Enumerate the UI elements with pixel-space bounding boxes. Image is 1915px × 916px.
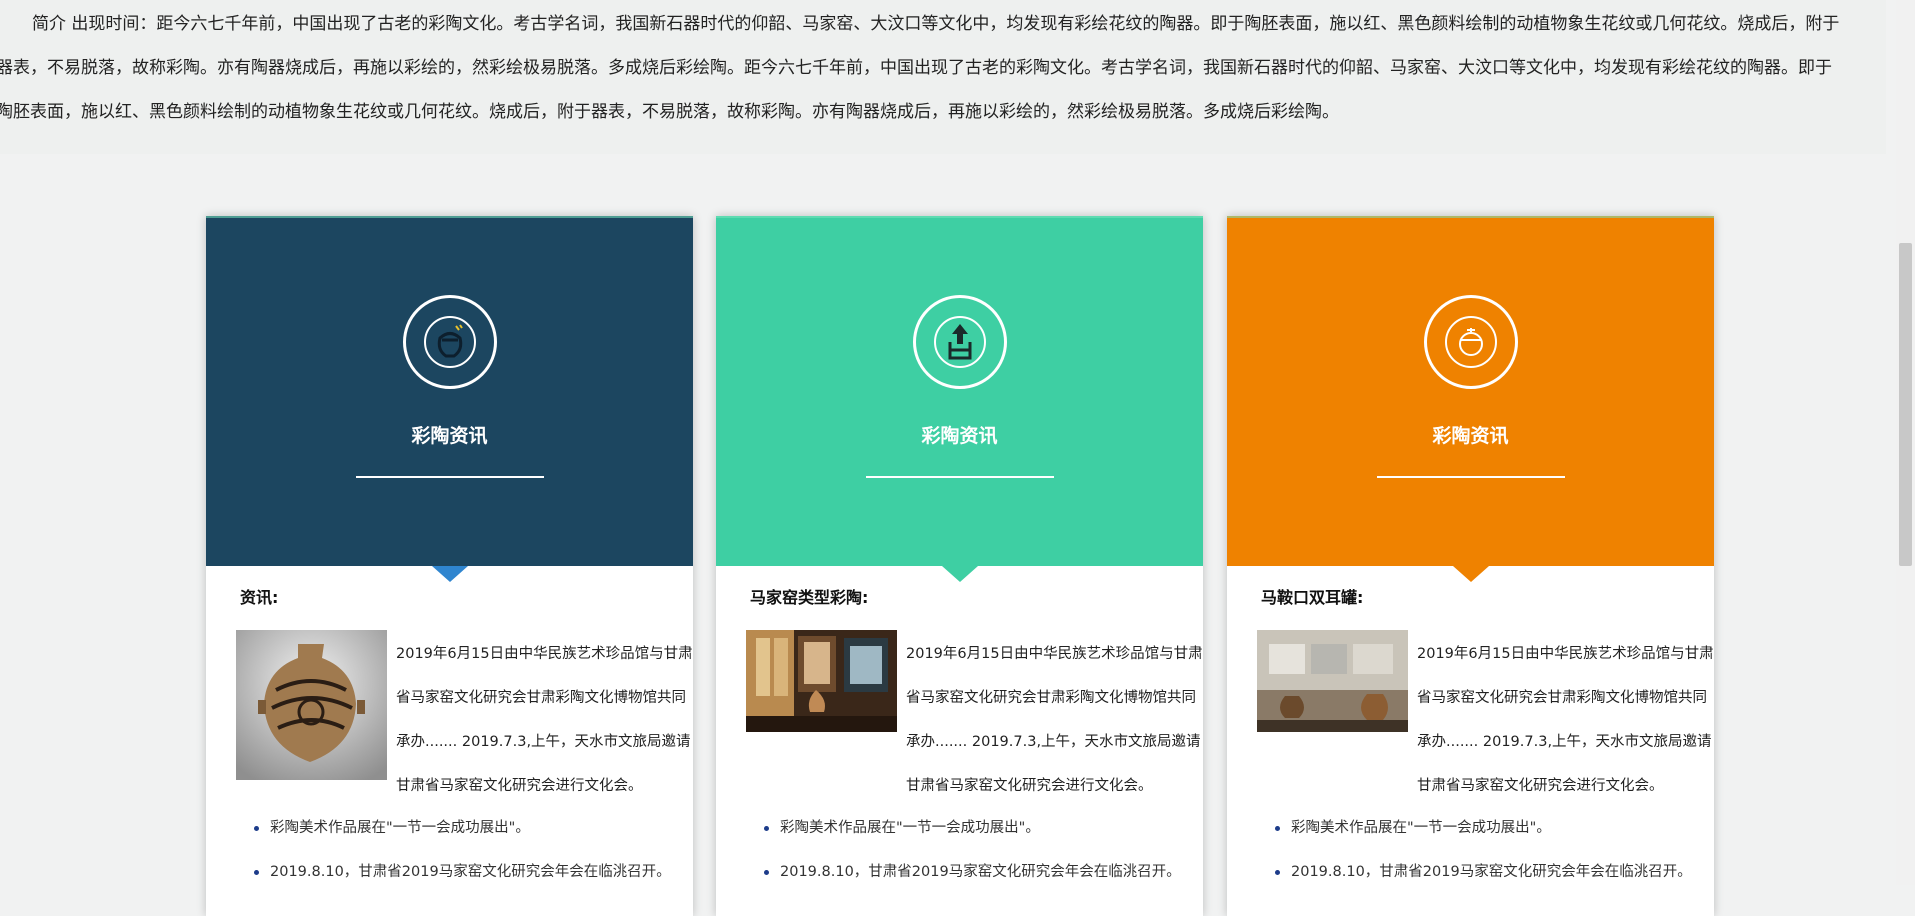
- scrollbar-thumb[interactable]: [1899, 243, 1912, 566]
- title-underline: [355, 476, 544, 478]
- pottery-pot-icon: [1444, 316, 1497, 368]
- news-link[interactable]: 彩陶美术作品展在"一节一会成功展出"。: [254, 806, 671, 850]
- pottery-jar-icon: [423, 316, 476, 368]
- news-list: 彩陶美术作品展在"一节一会成功展出"。 2019.8.10，甘肃省2019马家窑…: [764, 806, 1181, 894]
- icon-ring[interactable]: [912, 295, 1007, 389]
- card-header: 彩陶资讯: [716, 216, 1203, 582]
- card-subtitle: 资讯:: [240, 588, 279, 607]
- news-link[interactable]: 彩陶美术作品展在"一节一会成功展出"。: [1275, 806, 1692, 850]
- news-link[interactable]: 2019.8.10，甘肃省2019马家窑文化研究会年会在临洮召开。: [764, 850, 1181, 894]
- news-link[interactable]: 彩陶美术作品展在"一节一会成功展出"。: [764, 806, 1181, 850]
- card-description: 2019年6月15日由中华民族艺术珍品馆与甘肃省马家窑文化研究会甘肃彩陶文化博物…: [396, 646, 693, 794]
- card-title[interactable]: 彩陶资讯: [716, 421, 1203, 448]
- icon-ring[interactable]: [402, 295, 497, 389]
- icon-ring[interactable]: [1423, 295, 1518, 389]
- title-underline: [865, 476, 1054, 478]
- intro-line: 简介 出现时间：距今六七千年前，中国出现了古老的彩陶文化。考古学名词，我国新石器…: [32, 14, 1840, 34]
- card-subtitle: 马家窑类型彩陶:: [750, 588, 869, 607]
- pottery-upload-icon: [933, 316, 986, 368]
- card-title[interactable]: 彩陶资讯: [206, 421, 693, 448]
- news-list: 彩陶美术作品展在"一节一会成功展出"。 2019.8.10，甘肃省2019马家窑…: [254, 806, 671, 894]
- card-body: 马家窑类型彩陶: 2019年6月15日由中华民族艺术珍品馆与甘肃省马家窑文化研究…: [716, 566, 1203, 916]
- card-description: 2019年6月15日由中华民族艺术珍品馆与甘肃省马家窑文化研究会甘肃彩陶文化博物…: [906, 646, 1203, 794]
- card-header: 彩陶资讯: [1227, 216, 1714, 582]
- card-title[interactable]: 彩陶资讯: [1227, 421, 1714, 448]
- news-card-2: 彩陶资讯 马家窑类型彩陶: 2019年6月15日由中华民族艺术珍品馆与甘肃省马家…: [716, 216, 1203, 916]
- intro-line: 陶胚表面，施以红、黑色颜料绘制的动植物象生花纹或几何花纹。烧成后，附于器表，不易…: [0, 102, 1339, 122]
- painted-pottery-jar-photo[interactable]: [236, 630, 387, 780]
- exhibition-hall-photo[interactable]: [1257, 630, 1408, 732]
- news-list: 彩陶美术作品展在"一节一会成功展出"。 2019.8.10，甘肃省2019马家窑…: [1275, 806, 1692, 894]
- card-description: 2019年6月15日由中华民族艺术珍品馆与甘肃省马家窑文化研究会甘肃彩陶文化博物…: [1417, 646, 1714, 794]
- intro-line: 器表，不易脱落，故称彩陶。亦有陶器烧成后，再施以彩绘的，然彩绘极易脱落。多成烧后…: [0, 58, 1832, 78]
- news-link[interactable]: 2019.8.10，甘肃省2019马家窑文化研究会年会在临洮召开。: [254, 850, 671, 894]
- news-card-3: 彩陶资讯 马鞍口双耳罐: 2019年6月15日由中华民族艺术珍品馆与甘肃省马家窑…: [1227, 216, 1714, 916]
- card-body: 马鞍口双耳罐: 2019年6月15日由中华民族艺术珍品馆与甘肃省马家窑文化研究会…: [1227, 566, 1714, 916]
- news-card-1: 彩陶资讯 资讯: 2019年6月15日由中华民族艺术珍品馆与甘肃省马家窑文化研究…: [206, 216, 693, 916]
- card-body: 资讯: 2019年6月15日由中华民族艺术珍品馆与甘肃省马家窑文化研究会甘肃彩陶…: [206, 566, 693, 916]
- card-subtitle: 马鞍口双耳罐:: [1261, 588, 1364, 607]
- intro-text-block: 简介 出现时间：距今六七千年前，中国出现了古老的彩陶文化。考古学名词，我国新石器…: [0, 0, 1886, 154]
- news-link[interactable]: 2019.8.10，甘肃省2019马家窑文化研究会年会在临洮召开。: [1275, 850, 1692, 894]
- title-underline: [1376, 476, 1565, 478]
- museum-exhibit-photo[interactable]: [746, 630, 897, 732]
- card-header: 彩陶资讯: [206, 216, 693, 582]
